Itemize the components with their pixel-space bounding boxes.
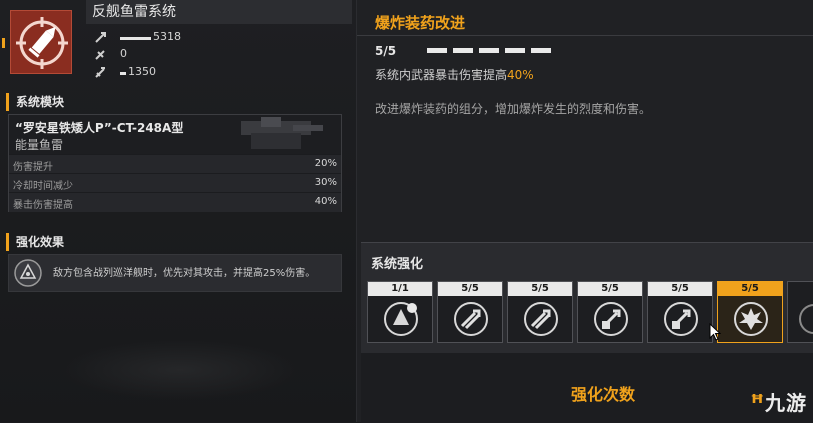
module-stat-row: 暴击伤害提高 40% [9, 192, 341, 212]
module-stat-label: 冷却时间减少 [13, 181, 73, 192]
missile-icon [454, 302, 488, 336]
enhance-slot[interactable]: 5/5 [507, 281, 573, 343]
upgrade-bonus-text: 系统内武器暴击伤害提高 [375, 68, 508, 82]
system-module-card[interactable]: “罗安星铁矮人P”-CT-248A型 能量鱼雷 伤害提升 20% 冷却时间减少 … [8, 114, 342, 212]
stat-value-rate: 0 [120, 47, 127, 60]
system-module-heading: 系统模块 [6, 93, 346, 111]
next-slot-icon [799, 304, 813, 334]
level-pip [479, 48, 499, 53]
mouse-cursor-icon [709, 323, 721, 341]
enhance-slot[interactable]: 5/5 [647, 281, 713, 343]
upgrade-level: 5/5 [375, 44, 397, 58]
enhance-effect-text: 敌方包含战列巡洋舰时，优先对其攻击，并提高25%伤害。 [53, 268, 316, 279]
enhance-slot-count: 5/5 [718, 282, 782, 296]
stat-row-range: 1350 [94, 63, 344, 83]
level-pip [531, 48, 551, 53]
enhance-effect-heading: 强化效果 [6, 233, 346, 251]
upgrade-bonus-value: 40% [507, 68, 534, 82]
watermark-logo: ꟸ九游 [751, 387, 808, 416]
watermark-text: 九游 [765, 391, 807, 415]
module-name: “罗安星铁矮人P”-CT-248A型 [15, 121, 184, 135]
level-pip [453, 48, 473, 53]
enhance-slot[interactable]: 5/5 [577, 281, 643, 343]
rate-icon [95, 50, 105, 60]
weapon-title: 反舰鱼雷系统 [86, 0, 352, 24]
upgrade-title: 爆炸装药改进 [375, 14, 466, 32]
enhance-slot[interactable]: 1/1 [367, 281, 433, 343]
selection-marker [2, 38, 5, 48]
weapon-detail-panel: 反舰鱼雷系统 5318 0 1350 系统模块 “罗安星铁矮人P”-CT-248… [0, 0, 357, 422]
system-enhance-heading: 系统强化 [371, 257, 424, 272]
damage-up-icon [664, 302, 698, 336]
damage-up-icon [594, 302, 628, 336]
enhance-slot-next[interactable] [787, 281, 813, 343]
enhance-slot-count: 5/5 [578, 282, 642, 296]
missile-icon [524, 302, 558, 336]
explosion-icon [734, 302, 768, 336]
level-pip [427, 48, 447, 53]
stat-bar-damage [120, 37, 151, 40]
range-icon [95, 67, 105, 78]
module-stat-value: 20% [314, 158, 337, 169]
target-priority-icon [14, 259, 42, 287]
upgrade-description: 改进爆炸装药的组分，增加爆炸发生的烈度和伤害。 [375, 102, 652, 116]
module-stat-value: 30% [314, 177, 337, 188]
background-decoration [60, 340, 300, 400]
module-stat-value: 40% [314, 196, 337, 207]
upgrade-bonus: 系统内武器暴击伤害提高40% [375, 66, 534, 83]
module-stat-label: 伤害提升 [13, 162, 53, 173]
enhance-slot[interactable]: 5/5 [437, 281, 503, 343]
enhance-effect-card: 敌方包含战列巡洋舰时，优先对其攻击，并提高25%伤害。 [8, 254, 342, 292]
stat-row-rate: 0 [94, 45, 344, 65]
level-pip [505, 48, 525, 53]
stat-value-damage: 5318 [153, 30, 181, 43]
enhance-slot-count: 5/5 [508, 282, 572, 296]
enhance-slot-selected[interactable]: 5/5 [717, 281, 783, 343]
enhance-count-label: 强化次数 [571, 385, 636, 404]
module-type: 能量鱼雷 [15, 138, 64, 152]
upgrade-detail-panel: 爆炸装药改进 5/5 系统内武器暴击伤害提高40% 改进爆炸装药的组分，增加爆炸… [357, 0, 813, 423]
enhance-slot-count: 5/5 [438, 282, 502, 296]
stat-bar-range [120, 72, 126, 75]
module-stat-row: 冷却时间减少 30% [9, 173, 341, 193]
damage-icon [95, 32, 106, 43]
enhance-count-bar: 强化次数 [361, 353, 813, 423]
module-stat-label: 暴击伤害提高 [13, 200, 73, 211]
module-stat-row: 伤害提升 20% [9, 154, 341, 174]
divider [357, 35, 813, 36]
weapon-icon[interactable] [10, 10, 72, 74]
system-enhance-panel: 系统强化 1/1 5/5 5/5 5/5 5/5 5/5 强化次数 [361, 242, 813, 423]
enhance-slot-count: 1/1 [368, 282, 432, 296]
enhance-slot-count: 5/5 [648, 282, 712, 296]
core-module-icon [384, 302, 418, 336]
watermark-symbol-icon: ꟸ [750, 391, 765, 416]
stat-value-range: 1350 [128, 65, 156, 78]
torpedo-launcher-image [241, 117, 323, 149]
